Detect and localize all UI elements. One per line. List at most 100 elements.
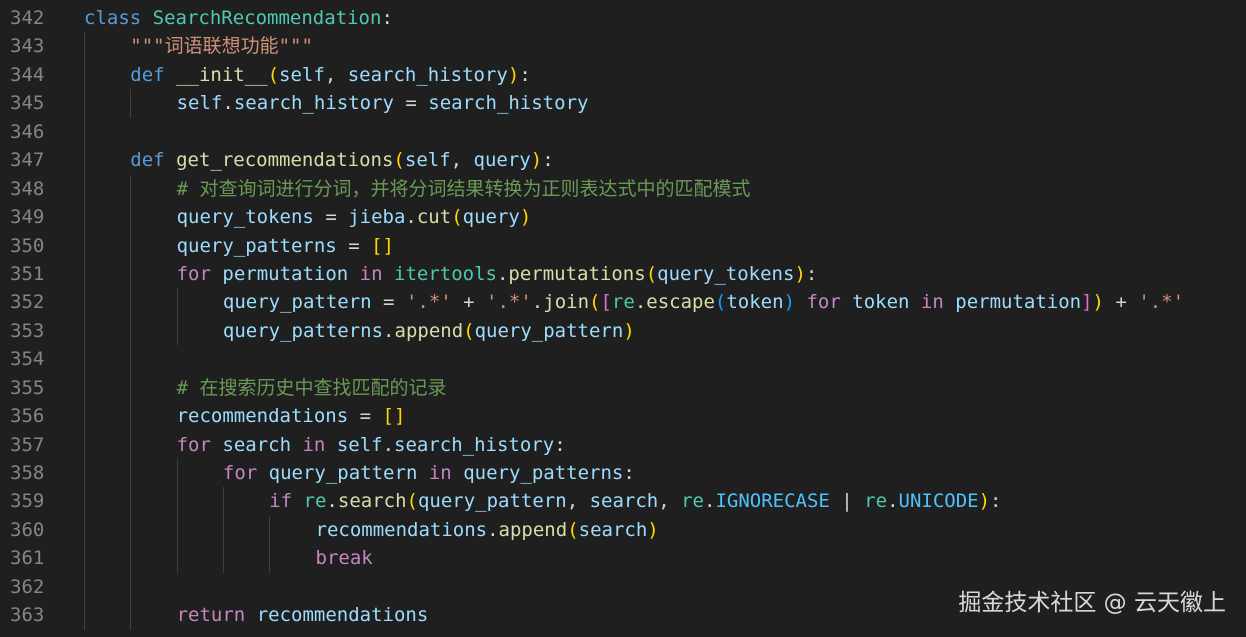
indent-guide xyxy=(222,515,224,545)
code-line[interactable]: 351 for permutation in itertools.permutat… xyxy=(0,259,1246,289)
code-text: query_patterns.append(query_pattern) xyxy=(223,317,635,345)
code-line[interactable]: 353 query_patterns.append(query_pattern) xyxy=(0,316,1246,346)
code-line[interactable]: 346 xyxy=(0,117,1246,147)
code-token: = xyxy=(393,92,429,115)
code-text: recommendations.append(search) xyxy=(316,516,659,544)
code-token: [] xyxy=(371,234,394,257)
code-line[interactable]: 342 class SearchRecommendation: xyxy=(0,4,1246,32)
line-number: 362 xyxy=(10,575,45,598)
indent-guide xyxy=(84,373,85,403)
line-number: 363 xyxy=(10,604,45,627)
code-token: : xyxy=(990,490,1002,513)
code-editor[interactable]: 342 class SearchRecommendation: 343 """词语联想… xyxy=(0,4,1246,630)
indent-guide xyxy=(84,60,85,90)
code-line[interactable]: 359 if re.search(query_pattern, search, r… xyxy=(0,487,1246,516)
code-token: for xyxy=(176,433,211,456)
code-token: ) xyxy=(519,206,532,229)
indent-guide xyxy=(84,117,85,147)
code-token: ) xyxy=(507,63,520,86)
watermark: 掘金技术社区 @ 云天徽上 xyxy=(958,590,1226,616)
code-token: . xyxy=(531,291,544,314)
code-token: IGNORECASE xyxy=(715,490,830,513)
code-text: for permutation in itertools.permutation… xyxy=(177,260,818,288)
code-token: for xyxy=(222,462,258,484)
code-token: search_history xyxy=(347,63,508,86)
code-token: re xyxy=(303,490,327,513)
indent-guide xyxy=(130,430,132,459)
code-token: ) xyxy=(530,149,543,172)
indent-guide xyxy=(176,487,178,516)
code-line[interactable]: 356 recommendations = [] xyxy=(0,402,1246,431)
code-line[interactable]: 345 self.search_history = search_history xyxy=(0,89,1246,118)
indent-guide xyxy=(269,515,271,545)
code-token: token xyxy=(726,291,784,314)
code-token: : xyxy=(381,7,393,29)
code-token: """词语联想功能""" xyxy=(130,35,313,58)
code-token: . xyxy=(704,490,716,513)
code-token: + xyxy=(451,291,487,314)
code-token: query_tokens xyxy=(176,206,314,229)
code-token: # 在搜索历史中查找匹配的记录 xyxy=(176,376,447,399)
indent-guide xyxy=(176,288,178,317)
indent-guide xyxy=(84,231,85,260)
indent-guide xyxy=(130,89,132,118)
code-token: in xyxy=(359,262,383,285)
code-token: . xyxy=(222,92,234,115)
code-token: self xyxy=(336,433,383,456)
code-token: SearchRecommendation xyxy=(152,7,382,29)
code-token: . xyxy=(382,433,395,456)
line-number: 348 xyxy=(10,177,45,200)
code-line[interactable]: 357 for search in self.search_history: xyxy=(0,430,1246,459)
code-line[interactable]: 348 # 对查询词进行分词，并将分词结果转换为正则表达式中的匹配模式 xyxy=(0,174,1246,204)
code-token: token xyxy=(852,291,910,314)
code-text: """词语联想功能""" xyxy=(130,32,313,60)
code-token: ( xyxy=(714,291,727,314)
code-text: for search in self.search_history: xyxy=(177,431,566,459)
indent-guide xyxy=(84,288,85,317)
code-line[interactable]: 347 def get_recommendations(self, query): xyxy=(0,146,1246,175)
indent-guide xyxy=(130,544,132,573)
code-token: recommendations xyxy=(176,405,349,428)
code-token: return xyxy=(176,604,246,627)
code-line[interactable]: 350 query_patterns = [] xyxy=(0,231,1246,260)
code-line[interactable]: 361 break xyxy=(0,544,1246,573)
code-token: query_patterns xyxy=(176,234,337,257)
code-token: search_history xyxy=(233,92,394,115)
indent-guide xyxy=(84,259,85,289)
code-token: | xyxy=(829,490,865,513)
code-line[interactable]: 358 for query_pattern in query_patterns: xyxy=(0,459,1246,488)
indent-guide xyxy=(130,487,132,516)
code-line[interactable]: 349 query_tokens = jieba.cut(query) xyxy=(0,203,1246,232)
code-token: break xyxy=(315,547,373,570)
code-token: [] xyxy=(382,405,406,428)
code-line[interactable]: 352 query_pattern = '.*' + '.*'.join([re.… xyxy=(0,288,1246,317)
indent-guide xyxy=(130,373,132,403)
line-number: 351 xyxy=(10,262,45,285)
code-token: # 对查询词进行分词，并将分词结果转换为正则表达式中的匹配模式 xyxy=(176,177,751,200)
line-number: 355 xyxy=(10,376,45,399)
code-token: query_patterns xyxy=(222,319,384,342)
code-token: . xyxy=(634,291,647,314)
code-line[interactable]: 344 def __init__(self, search_history): xyxy=(0,60,1246,90)
code-line[interactable]: 355 # 在搜索历史中查找匹配的记录 xyxy=(0,373,1246,403)
code-token: cut xyxy=(416,206,452,229)
code-token: def xyxy=(130,149,165,172)
code-token: ) xyxy=(783,291,796,314)
code-line[interactable]: 343 """词语联想功能""" xyxy=(0,32,1246,61)
code-text: query_patterns = [] xyxy=(177,232,394,260)
code-token: query_pattern xyxy=(268,462,418,484)
code-token: for xyxy=(176,262,211,285)
indent-guide xyxy=(130,402,132,431)
code-token: . xyxy=(383,319,395,342)
code-line[interactable]: 360 recommendations.append(search) xyxy=(0,515,1246,545)
code-token: join xyxy=(543,291,590,314)
code-token: . xyxy=(887,490,899,513)
code-token: append xyxy=(394,319,464,342)
line-number: 361 xyxy=(10,547,45,570)
code-line[interactable]: 354 xyxy=(0,345,1246,374)
code-token: itertools xyxy=(394,262,497,285)
